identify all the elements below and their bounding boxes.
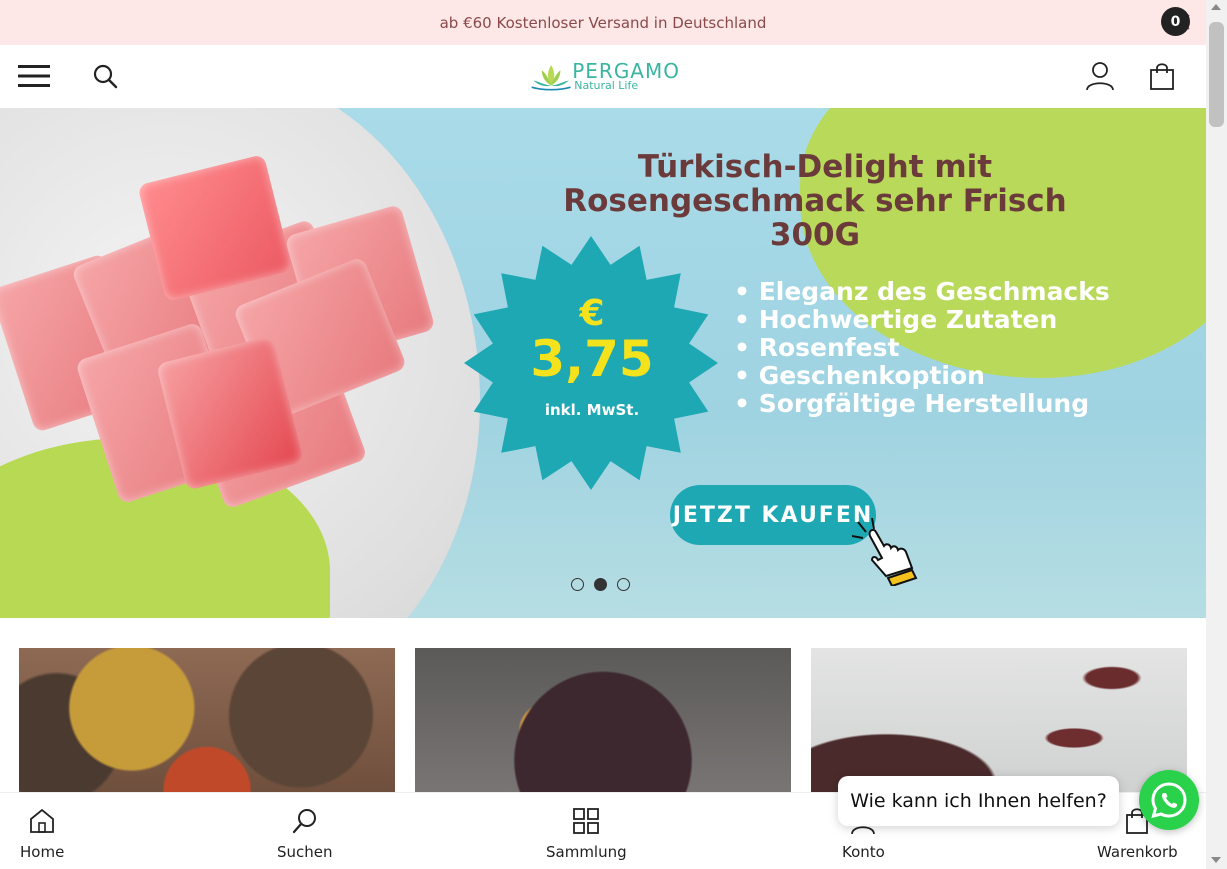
feature-item: Rosenfest — [734, 334, 1110, 362]
nav-item-search[interactable]: Suchen — [277, 807, 333, 861]
chat-prompt-bubble[interactable]: Wie kann ich Ihnen helfen? — [838, 776, 1119, 826]
scroll-up-arrow[interactable] — [1211, 4, 1221, 10]
nav-item-home[interactable]: Home — [20, 807, 64, 861]
cart-count-badge[interactable]: 0 — [1161, 7, 1190, 36]
nav-item-collection[interactable]: Sammlung — [546, 807, 627, 861]
whatsapp-icon — [1151, 782, 1187, 819]
scrollbar-thumb[interactable] — [1209, 22, 1224, 127]
feature-list: Eleganz des Geschmacks Hochwertige Zutat… — [734, 278, 1110, 418]
page-scrollbar[interactable] — [1206, 0, 1227, 869]
collection-tile-dried-fruits[interactable] — [415, 648, 791, 798]
price-currency: € — [579, 293, 605, 334]
lotus-logo-icon — [531, 65, 571, 91]
home-icon — [30, 808, 55, 833]
nav-label: Suchen — [277, 843, 333, 861]
price-tax-note: inkl. MwSt. — [544, 401, 640, 419]
price-value: 3,75 — [530, 330, 654, 388]
nav-label: Konto — [842, 843, 885, 861]
whatsapp-button[interactable] — [1139, 770, 1199, 830]
announcement-bar: ab €60 Kostenloser Versand in Deutschlan… — [0, 0, 1206, 45]
feature-item: Geschenkoption — [734, 362, 1110, 390]
cart-icon[interactable] — [1148, 61, 1176, 91]
hero-banner[interactable]: Türkisch-Delight mit Rosengeschmack sehr… — [0, 108, 1206, 618]
search-icon — [292, 809, 316, 834]
pointer-hand-icon — [852, 518, 918, 586]
collection-tile-spices[interactable] — [19, 648, 395, 798]
slider-dot[interactable] — [617, 578, 630, 591]
site-header: PERGAMO Natural Life — [0, 45, 1206, 109]
slider-dot[interactable] — [571, 578, 584, 591]
nav-label: Home — [20, 843, 65, 861]
logo-brand-text: PERGAMO — [572, 59, 680, 83]
search-icon[interactable] — [92, 63, 118, 89]
nav-label: Warenkorb — [1097, 843, 1178, 861]
page: ab €60 Kostenloser Versand in Deutschlan… — [0, 0, 1206, 869]
feature-item: Hochwertige Zutaten — [734, 306, 1110, 334]
slider-dots — [571, 578, 630, 591]
buy-now-button[interactable]: JETZT KAUFEN — [670, 485, 876, 545]
menu-icon[interactable] — [18, 63, 50, 89]
nav-label: Sammlung — [546, 843, 627, 861]
feature-item: Eleganz des Geschmacks — [734, 278, 1110, 306]
site-logo[interactable]: PERGAMO Natural Life — [530, 57, 680, 97]
slider-dot-active[interactable] — [594, 578, 607, 591]
announcement-text: ab €60 Kostenloser Versand in Deutschlan… — [439, 13, 767, 32]
grid-icon — [573, 808, 600, 834]
scroll-down-arrow[interactable] — [1211, 857, 1221, 863]
account-icon[interactable] — [1085, 61, 1115, 91]
feature-item: Sorgfältige Herstellung — [734, 390, 1110, 418]
